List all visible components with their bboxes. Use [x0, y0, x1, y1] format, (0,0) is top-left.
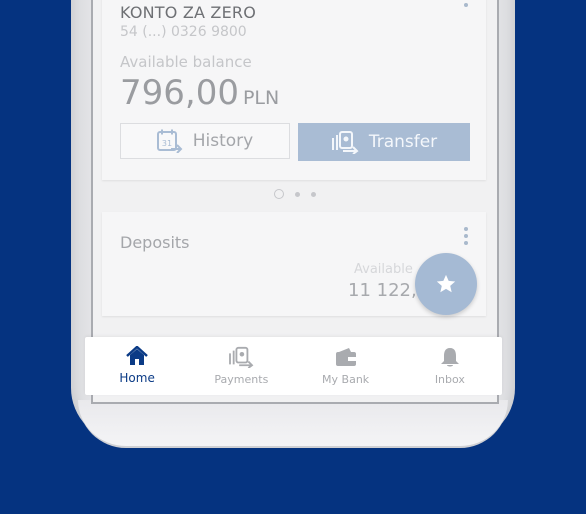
nav-home[interactable]: Home	[85, 337, 189, 395]
nav-inbox-label: Inbox	[434, 373, 465, 386]
account-name: KONTO ZA ZERO	[120, 3, 257, 22]
nav-inbox[interactable]: Inbox	[398, 337, 502, 395]
nav-my-bank-label: My Bank	[322, 373, 370, 386]
favorites-button[interactable]	[415, 253, 477, 315]
pager-dot[interactable]	[311, 191, 316, 197]
star-icon	[436, 274, 456, 293]
history-button[interactable]: 31 History	[120, 123, 290, 159]
balance-value: 796,00	[120, 73, 239, 113]
transfer-label: Transfer	[368, 132, 438, 152]
calendar-icon: 31	[156, 129, 183, 153]
transfer-button[interactable]: Transfer	[298, 123, 470, 161]
card-pager	[93, 189, 497, 199]
bell-icon	[440, 348, 459, 367]
pager-dot[interactable]	[295, 191, 300, 197]
wallet-icon	[335, 348, 356, 366]
calendar-day: 31	[162, 139, 172, 148]
pager-dot-active[interactable]	[274, 189, 284, 199]
nav-payments[interactable]: Payments	[189, 337, 293, 395]
balance-label: Available balance	[120, 53, 252, 71]
bottom-navigation: Home Payments My Bank Inbox	[85, 337, 502, 395]
account-menu-icon[interactable]	[464, 0, 468, 10]
account-card[interactable]: KONTO ZA ZERO 54 (...) 0326 9800 Availab…	[102, 0, 486, 180]
nav-my-bank[interactable]: My Bank	[294, 337, 398, 395]
deposits-available-label: Available	[354, 262, 413, 277]
home-icon	[126, 346, 148, 365]
nav-home-label: Home	[119, 371, 155, 385]
payments-icon	[229, 346, 254, 368]
nav-payments-label: Payments	[214, 373, 269, 386]
transfer-icon	[331, 131, 359, 154]
balance-currency: PLN	[242, 87, 280, 109]
balance-amount: 796,00 PLN	[120, 73, 279, 113]
deposits-amount: 11 122,	[348, 280, 417, 301]
deposits-title: Deposits	[120, 233, 190, 252]
phone-ledge	[78, 400, 508, 448]
account-number: 54 (...) 0326 9800	[120, 24, 247, 40]
deposits-menu-icon[interactable]	[464, 227, 468, 248]
history-label: History	[192, 131, 254, 151]
